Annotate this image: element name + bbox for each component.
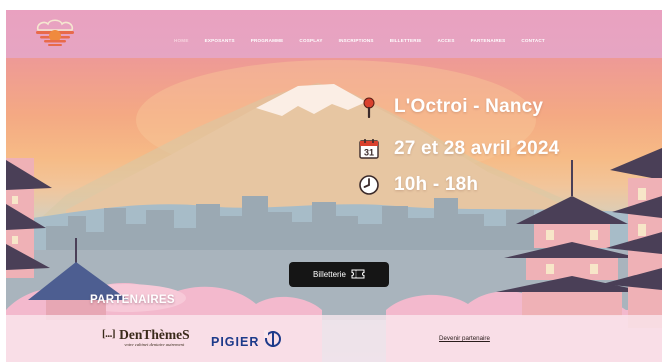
nav-item-contact[interactable]: CONTACT [521, 38, 545, 43]
nav-item-partenaires[interactable]: PARTENAIRES [471, 38, 506, 43]
event-hours: 10h - 18h [394, 174, 479, 195]
ticket-icon [351, 269, 365, 281]
nav-item-home[interactable]: HOME [174, 38, 189, 43]
top-navbar: HOME EXPOSANTS PROGRAMME COSPLAY INSCRIP… [6, 10, 662, 58]
nav-item-acces[interactable]: ACCES [438, 38, 455, 43]
calendar-day: 31 [364, 148, 374, 158]
denthemes-tagline: votre cabinet dentaire autrement [124, 342, 185, 347]
pigier-mark-icon [264, 330, 282, 353]
main-nav: HOME EXPOSANTS PROGRAMME COSPLAY INSCRIP… [174, 38, 545, 43]
festival-logo-icon[interactable] [32, 18, 78, 50]
calendar-icon: 31 [358, 138, 380, 160]
become-partner-link[interactable]: Devenir partenaire [439, 335, 490, 342]
location-row: L'Octroi - Nancy [358, 96, 543, 118]
pigier-name: PIGIER [211, 334, 260, 349]
page-frame: HOME EXPOSANTS PROGRAMME COSPLAY INSCRIP… [6, 10, 662, 362]
nav-item-programme[interactable]: PROGRAMME [251, 38, 284, 43]
nav-item-inscriptions[interactable]: INSCRIPTIONS [339, 38, 374, 43]
nav-item-exposants[interactable]: EXPOSANTS [205, 38, 235, 43]
denthemes-name: DenThèmeS [119, 327, 190, 342]
pigier-logo[interactable]: PIGIER [211, 330, 282, 353]
denthemes-brackets: [...] [102, 328, 116, 340]
nav-item-cosplay[interactable]: COSPLAY [299, 38, 322, 43]
hero-landscape-illustration [6, 60, 662, 362]
event-dates: 27 et 28 avril 2024 [394, 138, 560, 159]
clock-icon [358, 174, 380, 196]
event-location: L'Octroi - Nancy [394, 96, 544, 117]
nav-item-billetterie[interactable]: BILLETTERIE [390, 38, 422, 43]
billetterie-label: Billetterie [313, 270, 346, 279]
denthemes-text: DenThèmeS votre cabinet dentaire autreme… [119, 328, 190, 347]
pin-icon [358, 96, 380, 118]
partners-title: PARTENAIRES [90, 294, 175, 306]
billetterie-button[interactable]: Billetterie [289, 262, 389, 287]
dates-row: 31 27 et 28 avril 2024 [358, 138, 559, 160]
denthemes-logo[interactable]: [...] DenThèmeS votre cabinet dentaire a… [102, 328, 190, 347]
hours-row: 10h - 18h [358, 174, 478, 196]
